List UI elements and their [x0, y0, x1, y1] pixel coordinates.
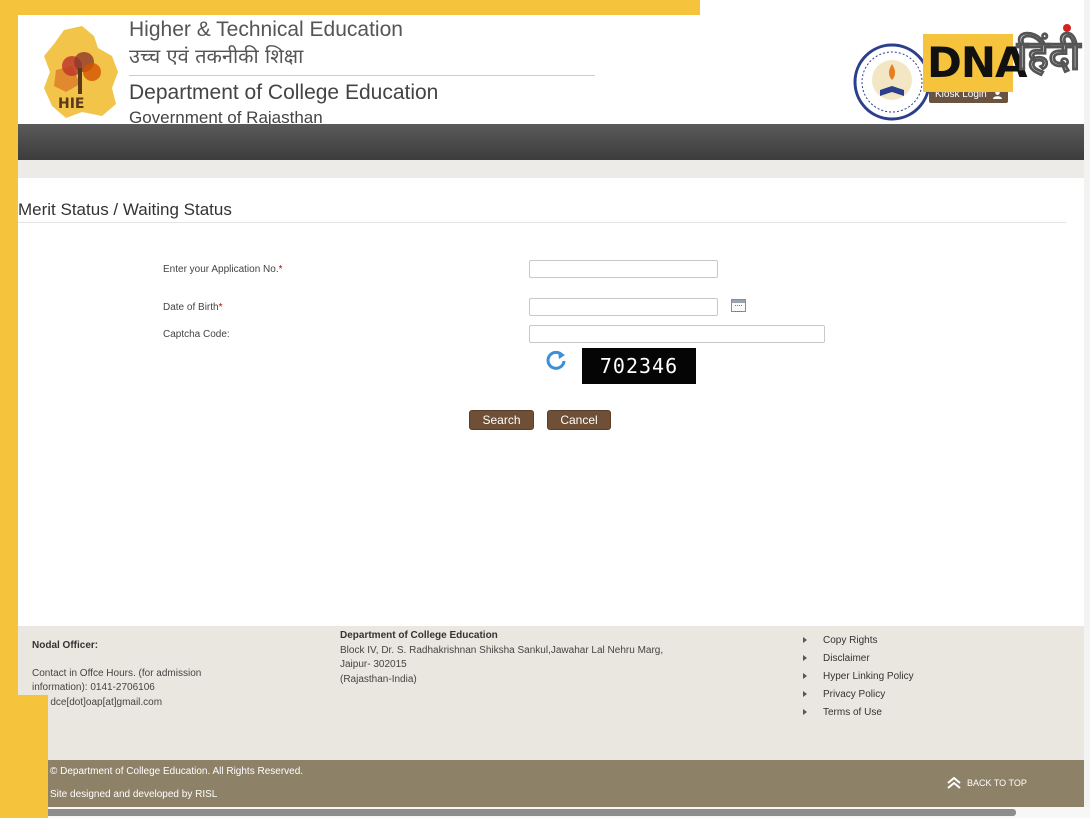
captcha-label: Captcha Code:: [163, 329, 230, 340]
application-no-input[interactable]: [529, 260, 718, 278]
frame-corner-block: [0, 695, 48, 818]
footer-link-hyper-linking[interactable]: Hyper Linking Policy: [801, 668, 914, 686]
calendar-icon[interactable]: [731, 299, 746, 312]
address-line-3: (Rajasthan-India): [340, 674, 417, 685]
address-title: Department of College Education: [340, 630, 498, 641]
dob-label-text: Date of Birth: [163, 302, 219, 313]
main-navbar: [18, 124, 1084, 160]
footer-link-disclaimer[interactable]: Disclaimer: [801, 650, 914, 668]
refresh-icon[interactable]: [545, 349, 567, 371]
site-footer: Nodal Officer: Contact in Offce Hours. (…: [18, 626, 1084, 760]
title-department: Department of College Education: [129, 81, 439, 104]
contact-line-2: information): 0141-2706106: [32, 682, 155, 693]
frame-top-border: [0, 0, 700, 15]
page-title: Merit Status / Waiting Status: [18, 200, 232, 219]
watermark-red-dot: [1063, 24, 1071, 32]
cancel-button[interactable]: Cancel: [547, 410, 611, 430]
title-divider: [18, 222, 1066, 223]
copyright-band: © Department of College Education. All R…: [18, 760, 1084, 807]
back-to-top-icon: [947, 777, 961, 789]
application-no-label-text: Enter your Application No.: [163, 264, 279, 275]
header-titles: Higher & Technical Education उच्च एवं तक…: [129, 16, 595, 129]
address-line-2: Jaipur- 302015: [340, 659, 407, 670]
title-hindi: उच्च एवं तकनीकी शिक्षा: [129, 43, 595, 76]
footer-link-terms[interactable]: Terms of Use: [801, 704, 914, 722]
navbar-subband: [18, 160, 1084, 178]
contact-line-1: Contact in Offce Hours. (for admission: [32, 668, 202, 679]
captcha-image: 702346: [582, 348, 696, 384]
dob-input[interactable]: [529, 298, 718, 316]
required-mark: *: [278, 264, 283, 275]
designed-by-text: Site designed and developed by RISL: [50, 789, 218, 800]
address-line-1: Block IV, Dr. S. Radhakrishnan Shiksha S…: [340, 645, 664, 656]
search-button[interactable]: Search: [469, 410, 534, 430]
dna-hindi-watermark: DNA हिंदी: [923, 20, 1090, 100]
contact-email: ail : dce[dot]oap[at]gmail.com: [32, 697, 163, 708]
rajasthan-map-logo: HIE: [44, 26, 118, 118]
footer-link-copy-rights[interactable]: Copy Rights: [801, 632, 914, 650]
footer-links: Copy Rights Disclaimer Hyper Linking Pol…: [801, 632, 914, 722]
watermark-hindi-text: हिंदी: [1016, 32, 1081, 80]
department-seal-icon: [853, 43, 931, 121]
back-to-top-link[interactable]: BACK TO TOP: [947, 777, 1027, 789]
logo-letters: HIE: [58, 96, 85, 112]
back-to-top-label: BACK TO TOP: [967, 778, 1027, 788]
horizontal-scrollbar-thumb[interactable]: [32, 809, 1016, 816]
title-higher-technical: Higher & Technical Education: [129, 18, 403, 41]
nodal-officer-title: Nodal Officer:: [32, 640, 99, 651]
footer-link-privacy[interactable]: Privacy Policy: [801, 686, 914, 704]
captcha-input[interactable]: [529, 325, 825, 343]
required-mark: *: [218, 302, 223, 313]
application-no-label: Enter your Application No.*: [163, 264, 283, 275]
site-header: HIE Higher & Technical Education उच्च एव…: [18, 0, 1084, 127]
copyright-text: © Department of College Education. All R…: [50, 766, 304, 777]
dob-label: Date of Birth*: [163, 302, 223, 313]
watermark-latin-text: DNA: [927, 38, 1028, 87]
main-content: Merit Status / Waiting Status Enter your…: [18, 178, 1084, 626]
